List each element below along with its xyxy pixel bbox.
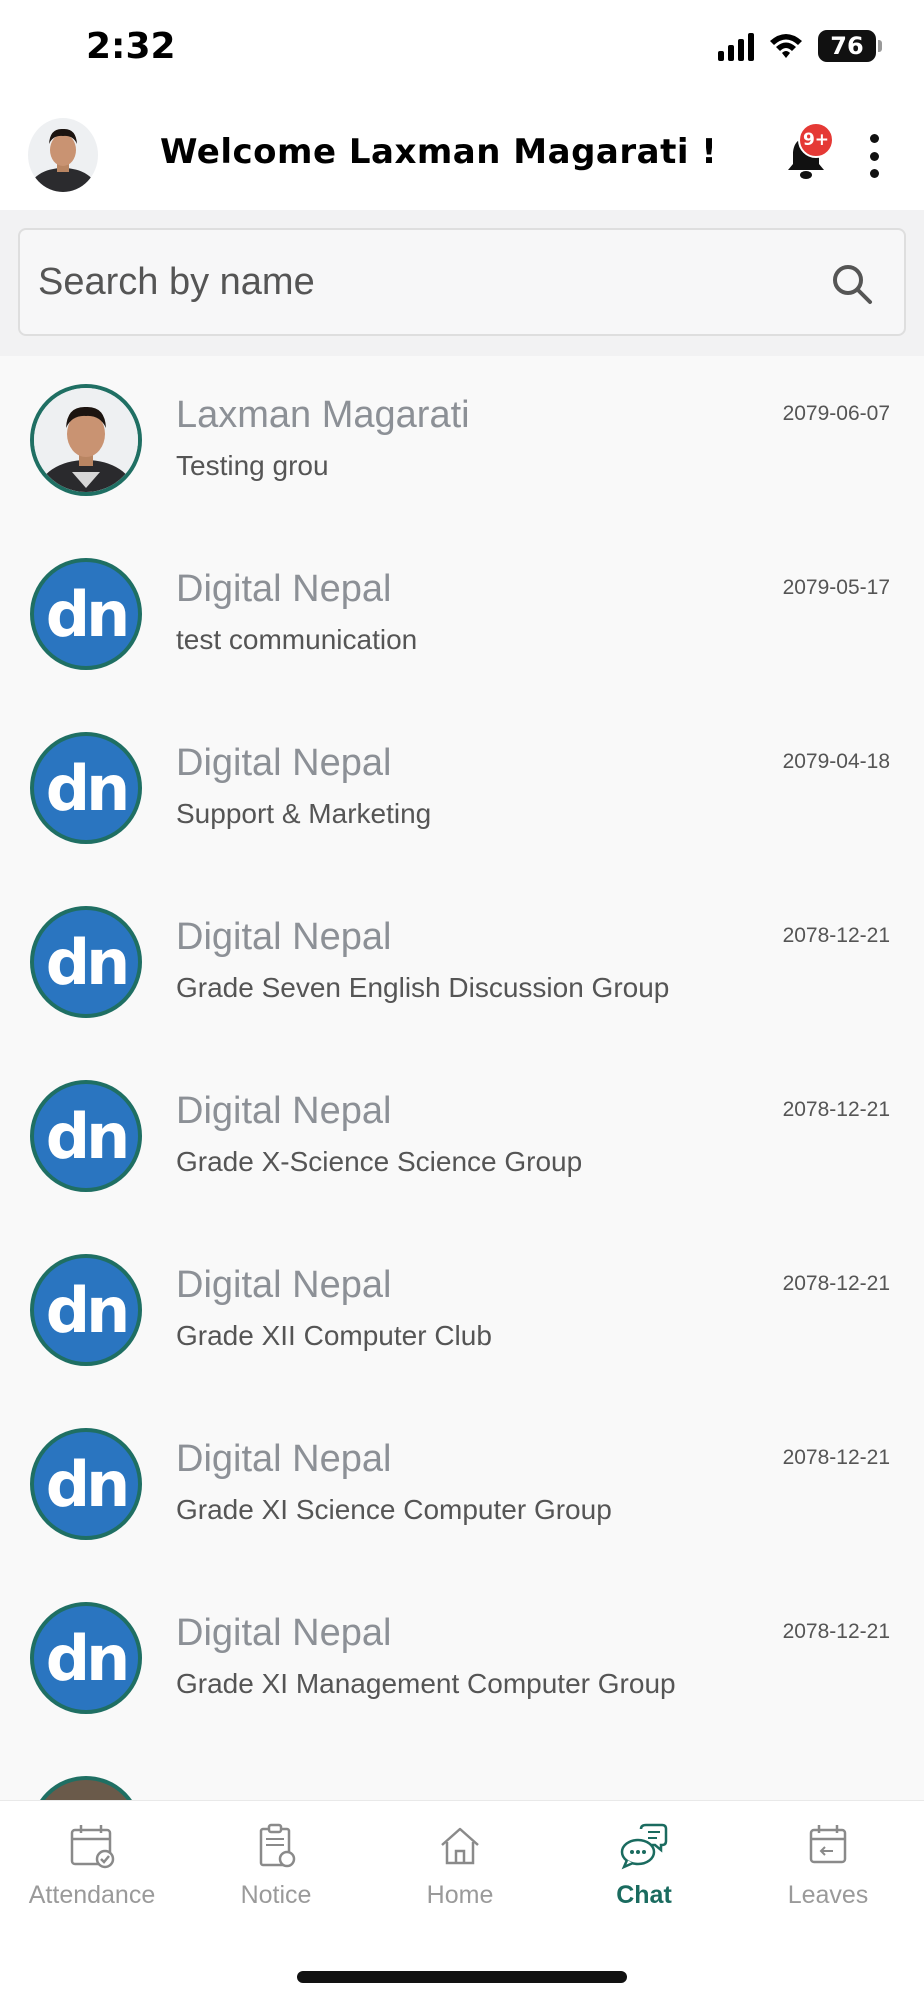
chat-list-item[interactable]: Laxman Magarati Testing grou 2079-06-07 xyxy=(0,356,924,530)
nav-attendance[interactable]: Attendance xyxy=(0,1821,184,1931)
nav-label: Attendance xyxy=(28,1881,156,1909)
chat-name: Laxman Magarati xyxy=(176,394,470,436)
search-input[interactable] xyxy=(38,254,798,310)
calendar-check-icon xyxy=(70,1825,115,1869)
chat-list-item[interactable]: dn Digital Nepal Grade Seven English Dis… xyxy=(0,878,924,1052)
chat-date: 2078-12-21 xyxy=(782,924,890,947)
chat-message: Testing grou xyxy=(176,450,329,481)
chat-name: Digital Nepal xyxy=(176,568,392,610)
digital-nepal-logo: dn xyxy=(30,558,142,670)
search-area xyxy=(0,210,924,356)
chat-list-item[interactable]: dn Digital Nepal Support & Marketing 207… xyxy=(0,704,924,878)
chat-name: Digital Nepal xyxy=(176,1264,392,1306)
bottom-navigation: Attendance Notice Home Chat Leaves xyxy=(0,1800,924,2000)
nav-leaves[interactable]: Leaves xyxy=(736,1821,920,1931)
notification-badge: 9+ xyxy=(798,122,834,158)
digital-nepal-logo: dn xyxy=(30,1602,142,1714)
chat-message: Grade Seven English Discussion Group xyxy=(176,972,670,1003)
chat-date: 2078-12-21 xyxy=(782,1620,890,1643)
nav-label: Chat xyxy=(616,1881,672,1909)
chat-date: 2078-12-21 xyxy=(782,1446,890,1469)
chat-list-item[interactable]: dn Digital Nepal Grade X-Science Science… xyxy=(0,1052,924,1226)
chat-message: test communication xyxy=(176,624,418,655)
search-box xyxy=(18,228,906,336)
more-options-icon[interactable] xyxy=(862,134,886,178)
chat-message: Grade XI Management Computer Group xyxy=(176,1668,676,1699)
nav-label: Leaves xyxy=(787,1881,869,1909)
contact-avatar xyxy=(30,1776,142,1800)
nav-notice[interactable]: Notice xyxy=(184,1821,368,1931)
chat-list-item[interactable]: dn Digital Nepal Grade XII Computer Club… xyxy=(0,1226,924,1400)
chat-list-item[interactable]: dn Digital Nepal Grade XI Management Com… xyxy=(0,1574,924,1748)
chat-list: Laxman Magarati Testing grou 2079-06-07 … xyxy=(0,356,924,1800)
nav-home[interactable]: Home xyxy=(368,1821,552,1931)
status-time: 2:32 xyxy=(86,26,176,67)
digital-nepal-logo: dn xyxy=(30,1254,142,1366)
calendar-leave-icon xyxy=(809,1825,847,1864)
chat-list-item-partial[interactable] xyxy=(0,1748,924,1800)
digital-nepal-logo: dn xyxy=(30,906,142,1018)
chat-date: 2078-12-21 xyxy=(782,1272,890,1295)
status-bar: 2:32 76 xyxy=(0,0,924,100)
nav-label: Home xyxy=(426,1881,494,1909)
chat-name: Digital Nepal xyxy=(176,1438,392,1480)
chat-name: Digital Nepal xyxy=(176,1612,392,1654)
notice-board-icon xyxy=(259,1823,296,1868)
chat-message: Support & Marketing xyxy=(176,798,432,829)
chat-bubbles-icon xyxy=(620,1823,668,1870)
digital-nepal-logo: dn xyxy=(30,1080,142,1192)
chat-date: 2079-06-07 xyxy=(782,402,890,425)
digital-nepal-logo: dn xyxy=(30,1428,142,1540)
chat-date: 2079-05-17 xyxy=(782,576,890,599)
status-icons: 76 xyxy=(718,30,882,62)
wifi-icon xyxy=(770,34,802,58)
chat-message: Grade X-Science Science Group xyxy=(176,1146,583,1177)
chat-list-item[interactable]: dn Digital Nepal test communication 2079… xyxy=(0,530,924,704)
nav-chat[interactable]: Chat xyxy=(552,1821,736,1931)
app-header: Welcome Laxman Magarati ! 9+ xyxy=(0,100,924,210)
home-indicator[interactable] xyxy=(297,1971,627,1983)
home-icon xyxy=(441,1827,479,1865)
chat-message: Grade XII Computer Club xyxy=(176,1320,492,1351)
chat-message: Grade XI Science Computer Group xyxy=(176,1494,612,1525)
nav-label: Notice xyxy=(240,1881,312,1909)
digital-nepal-logo: dn xyxy=(30,732,142,844)
chat-name: Digital Nepal xyxy=(176,916,392,958)
chat-name: Digital Nepal xyxy=(176,1090,392,1132)
user-avatar[interactable] xyxy=(28,118,98,192)
cellular-signal-icon xyxy=(718,31,754,61)
contact-avatar xyxy=(30,384,142,496)
chat-date: 2079-04-18 xyxy=(782,750,890,773)
battery-icon: 76 xyxy=(818,30,882,62)
search-icon[interactable] xyxy=(830,262,874,306)
chat-name: Digital Nepal xyxy=(176,742,392,784)
chat-date: 2078-12-21 xyxy=(782,1098,890,1121)
welcome-title: Welcome Laxman Magarati ! xyxy=(160,132,718,172)
chat-list-item[interactable]: dn Digital Nepal Grade XI Science Comput… xyxy=(0,1400,924,1574)
